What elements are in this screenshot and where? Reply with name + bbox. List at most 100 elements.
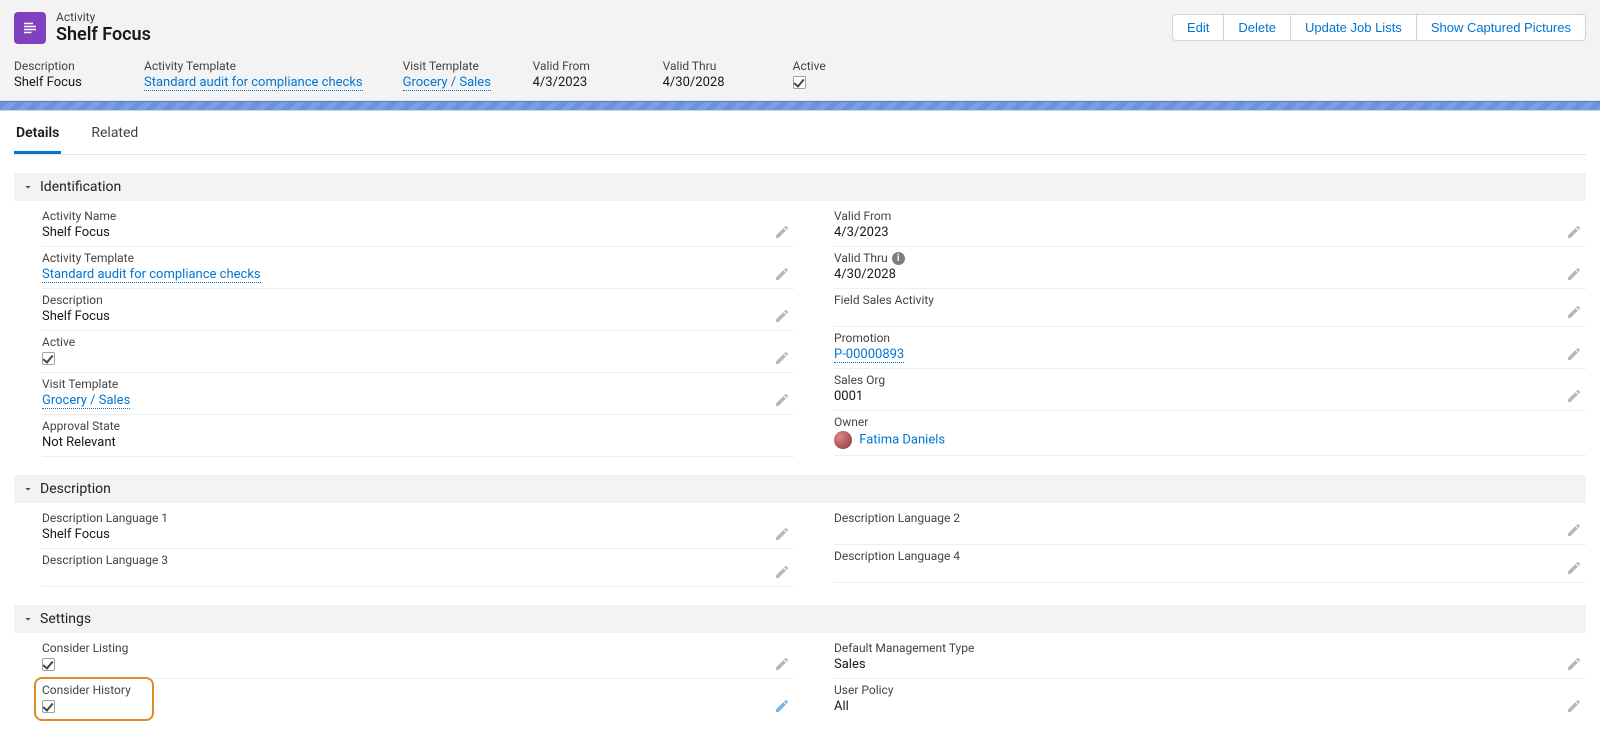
activity-icon [14, 12, 46, 44]
section-identification-title: Identification [40, 179, 121, 195]
edit-icon[interactable] [1566, 346, 1582, 362]
page-header: Activity Shelf Focus Edit Delete Update … [0, 0, 1600, 101]
section-settings: Settings Consider Listing Consider Histo… [14, 605, 1586, 720]
chevron-down-icon [22, 181, 34, 193]
chevron-down-icon [22, 613, 34, 625]
hl-activity-template-link[interactable]: Standard audit for compliance checks [144, 75, 363, 91]
edit-icon[interactable] [1566, 522, 1582, 538]
approval-state-value: Not Relevant [42, 433, 794, 450]
edit-icon[interactable] [774, 564, 790, 580]
valid-thru-label: Valid Thru i [834, 251, 1586, 265]
edit-icon[interactable] [774, 350, 790, 366]
consider-history-checkbox [42, 700, 55, 713]
description-value: Shelf Focus [42, 307, 794, 324]
user-policy-value: All [834, 697, 1586, 714]
header-actions: Edit Delete Update Job Lists Show Captur… [1172, 10, 1586, 41]
edit-icon[interactable] [774, 392, 790, 408]
highlights-panel: Description Shelf Focus Activity Templat… [14, 45, 1586, 100]
edit-icon[interactable] [1566, 560, 1582, 576]
field-sales-activity-label: Field Sales Activity [834, 293, 1586, 307]
hl-valid-thru-value: 4/30/2028 [663, 75, 753, 90]
visit-template-link[interactable]: Grocery / Sales [42, 393, 130, 409]
field-sales-activity-value [834, 307, 1586, 309]
consider-listing-label: Consider Listing [42, 641, 794, 655]
promotion-link[interactable]: P-00000893 [834, 347, 904, 363]
user-policy-label: User Policy [834, 683, 1586, 697]
edit-icon[interactable] [774, 224, 790, 240]
desc-lang4-label: Description Language 4 [834, 549, 1586, 563]
update-job-lists-button[interactable]: Update Job Lists [1290, 14, 1417, 41]
hl-valid-thru-label: Valid Thru [663, 59, 753, 73]
hl-active-checkbox [793, 76, 806, 89]
edit-icon[interactable] [774, 266, 790, 282]
edit-icon[interactable] [774, 656, 790, 672]
desc-lang2-label: Description Language 2 [834, 511, 1586, 525]
title-block: Activity Shelf Focus [14, 10, 151, 45]
object-type-label: Activity [56, 10, 151, 24]
tabs: Details Related [14, 111, 1586, 155]
edit-icon[interactable] [1566, 224, 1582, 240]
desc-lang3-label: Description Language 3 [42, 553, 794, 567]
delete-button[interactable]: Delete [1223, 14, 1291, 41]
desc-lang1-value: Shelf Focus [42, 525, 794, 542]
activity-name-value: Shelf Focus [42, 223, 794, 240]
activity-name-label: Activity Name [42, 209, 794, 223]
section-settings-header[interactable]: Settings [14, 605, 1586, 633]
hl-activity-template-label: Activity Template [144, 59, 363, 73]
tab-details[interactable]: Details [14, 119, 61, 154]
desc-lang3-value [42, 567, 794, 569]
page-title: Shelf Focus [56, 24, 151, 45]
desc-lang2-value [834, 525, 1586, 527]
desc-lang4-value [834, 563, 1586, 565]
hl-valid-from-value: 4/3/2023 [533, 75, 623, 90]
sales-org-value: 0001 [834, 387, 1586, 404]
visit-template-label: Visit Template [42, 377, 794, 391]
valid-from-label: Valid From [834, 209, 1586, 223]
edit-icon[interactable] [1566, 388, 1582, 404]
edit-icon[interactable] [774, 308, 790, 324]
active-label: Active [42, 335, 794, 349]
valid-thru-value: 4/30/2028 [834, 265, 1586, 282]
section-description-title: Description [40, 481, 111, 497]
valid-from-value: 4/3/2023 [834, 223, 1586, 240]
description-label: Description [42, 293, 794, 307]
consider-history-label: Consider History [42, 683, 794, 697]
sales-org-label: Sales Org [834, 373, 1586, 387]
hl-active-label: Active [793, 59, 883, 73]
info-icon[interactable]: i [892, 252, 905, 265]
chevron-down-icon [22, 483, 34, 495]
hl-valid-from-label: Valid From [533, 59, 623, 73]
section-identification: Identification Activity Name Shelf Focus… [14, 173, 1586, 457]
hl-description-value: Shelf Focus [14, 75, 104, 90]
hl-visit-template-link[interactable]: Grocery / Sales [403, 75, 491, 91]
show-captured-pictures-button[interactable]: Show Captured Pictures [1416, 14, 1586, 41]
owner-link[interactable]: Fatima Daniels [859, 432, 945, 447]
edit-icon[interactable] [1566, 698, 1582, 714]
active-checkbox [42, 352, 55, 365]
owner-label: Owner [834, 415, 1586, 429]
valid-thru-label-text: Valid Thru [834, 251, 888, 265]
default-mgmt-type-value: Sales [834, 655, 1586, 672]
activity-template-label: Activity Template [42, 251, 794, 265]
edit-icon[interactable] [774, 698, 790, 714]
hl-description-label: Description [14, 59, 104, 73]
tab-related[interactable]: Related [89, 119, 140, 154]
edit-button[interactable]: Edit [1172, 14, 1224, 41]
approval-state-label: Approval State [42, 419, 794, 433]
desc-lang1-label: Description Language 1 [42, 511, 794, 525]
path-strip [0, 101, 1600, 111]
avatar [834, 431, 852, 449]
activity-template-link[interactable]: Standard audit for compliance checks [42, 267, 261, 283]
default-mgmt-type-label: Default Management Type [834, 641, 1586, 655]
edit-icon[interactable] [1566, 656, 1582, 672]
section-identification-header[interactable]: Identification [14, 173, 1586, 201]
edit-icon[interactable] [774, 526, 790, 542]
consider-listing-checkbox [42, 658, 55, 671]
promotion-label: Promotion [834, 331, 1586, 345]
section-description-header[interactable]: Description [14, 475, 1586, 503]
edit-icon[interactable] [1566, 304, 1582, 320]
section-settings-title: Settings [40, 611, 91, 627]
section-description: Description Description Language 1 Shelf… [14, 475, 1586, 587]
edit-icon[interactable] [1566, 266, 1582, 282]
hl-visit-template-label: Visit Template [403, 59, 493, 73]
